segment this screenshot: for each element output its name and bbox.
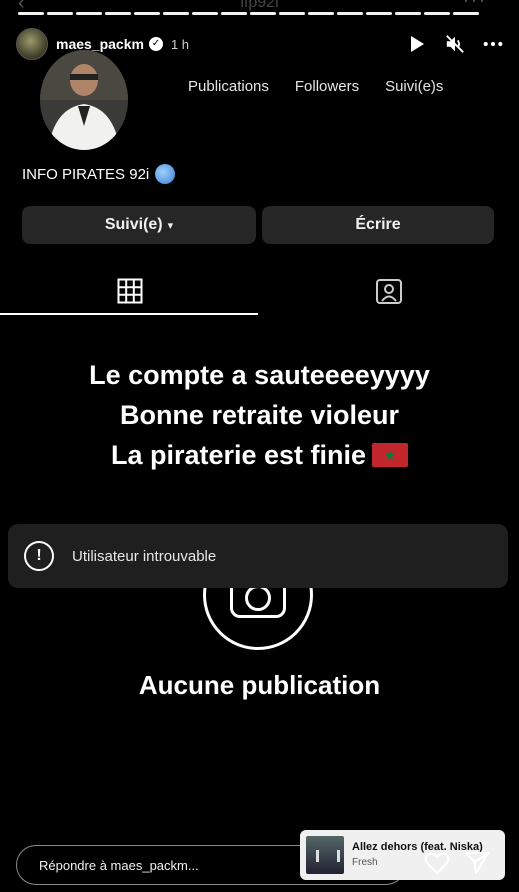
toast-message: Utilisateur introuvable [72, 547, 217, 565]
progress-segment [192, 12, 218, 15]
story-progress-bar [18, 12, 479, 15]
chevron-down-icon: ▾ [167, 219, 174, 232]
reply-placeholder: Répondre à maes_packm... [39, 857, 199, 873]
camera-lens [245, 585, 271, 611]
grid-icon [117, 278, 142, 304]
story-author-avatar[interactable] [16, 28, 48, 60]
album-art [306, 836, 344, 874]
globe-icon [155, 164, 176, 184]
progress-segment [395, 12, 421, 15]
ghost-profile-title: ifp92i [240, 0, 279, 11]
profile-stats: Publications Followers Suivi(e)s [188, 78, 443, 95]
progress-segment [453, 12, 479, 15]
profile-avatar [40, 50, 128, 150]
overlay-line-3: La piraterie est finie [110, 440, 367, 470]
progress-segment [221, 12, 247, 15]
overlay-line-3-wrap: La piraterie est finie [0, 435, 519, 475]
heart-icon[interactable] [424, 850, 450, 876]
progress-segment [47, 12, 73, 15]
play-icon[interactable] [407, 34, 427, 54]
send-icon[interactable] [464, 850, 490, 876]
progress-segment [250, 12, 276, 15]
overlay-line-2: Bonne retraite violeur [119, 400, 400, 430]
tab-posts-grid[interactable] [0, 268, 259, 314]
profile-name-text: INFO PIRATES 92i [22, 165, 150, 183]
progress-segment [308, 12, 334, 15]
active-tab-indicator [0, 313, 258, 315]
progress-segment [279, 12, 305, 15]
following-button[interactable]: Suivi(e) ▾ [22, 206, 256, 244]
story-author-username[interactable]: maes_packm [56, 36, 144, 52]
progress-segment [424, 12, 450, 15]
profile-tabs [0, 268, 519, 316]
tab-tagged[interactable] [259, 268, 518, 314]
user-not-found-toast: ! Utilisateur introuvable [8, 524, 508, 588]
more-options-icon[interactable] [483, 34, 503, 54]
message-button[interactable]: Écrire [262, 206, 494, 244]
progress-segment [18, 12, 44, 15]
progress-segment [366, 12, 392, 15]
story-text-overlay: Le compte a sauteeeeyyyy Bonne retraite … [0, 355, 519, 475]
following-button-label: Suivi(e) [104, 216, 163, 233]
verified-badge-icon: ✓ [148, 37, 163, 51]
progress-segment [163, 12, 189, 15]
muted-icon[interactable] [445, 34, 465, 54]
ghost-more-icon: ··· [463, 0, 487, 10]
overlay-line-1: Le compte a sauteeeeyyyy [89, 360, 430, 390]
progress-segment [134, 12, 160, 15]
stat-followers[interactable]: Followers [295, 78, 359, 95]
story-timestamp: 1 h [170, 36, 190, 52]
no-posts-label: Aucune publication [138, 670, 381, 700]
profile-display-name: INFO PIRATES 92i [22, 164, 176, 184]
progress-segment [105, 12, 131, 15]
alert-icon: ! [24, 541, 54, 571]
morocco-flag-icon [372, 443, 409, 467]
tagged-person-icon [375, 279, 402, 304]
progress-segment [76, 12, 102, 15]
stat-following[interactable]: Suivi(e)s [385, 78, 443, 95]
progress-segment [337, 12, 363, 15]
stat-publications[interactable]: Publications [188, 78, 269, 95]
message-button-label: Écrire [355, 216, 401, 233]
